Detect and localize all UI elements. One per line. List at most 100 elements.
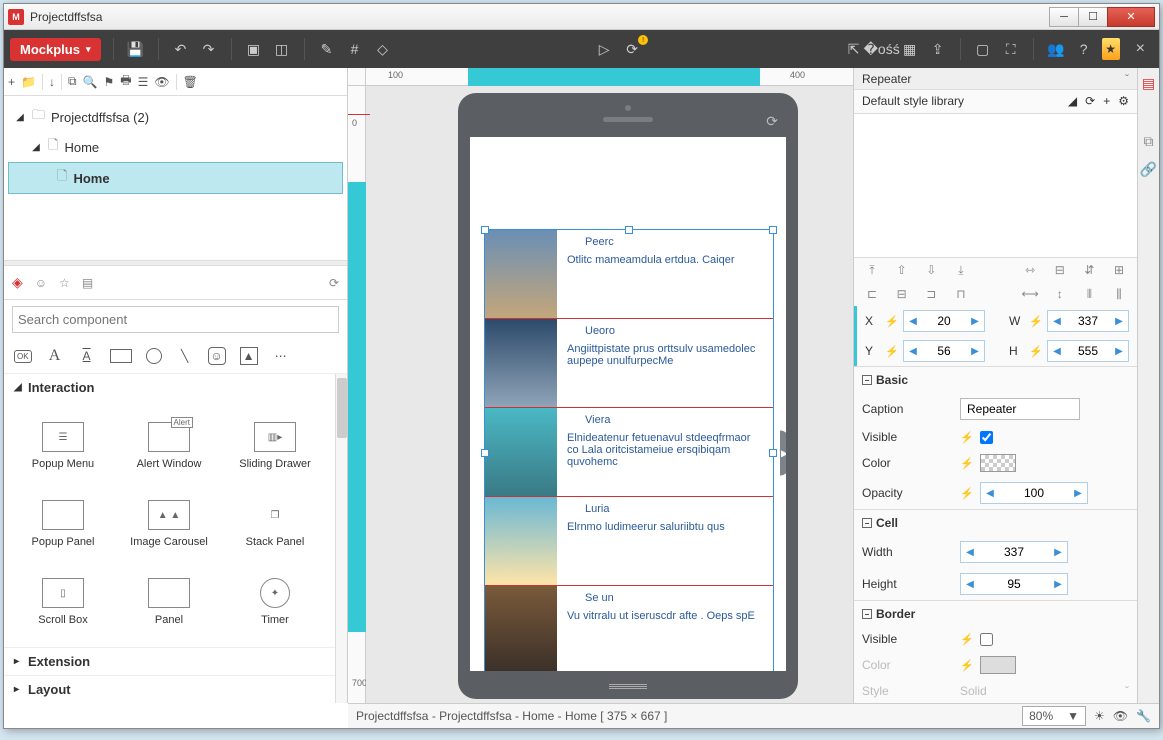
- section-interaction[interactable]: ◢Interaction: [4, 374, 347, 401]
- repeater-cell[interactable]: Se unVu vitrralu ut iseruscdr afte . Oep…: [485, 586, 773, 671]
- h-input[interactable]: ◀▶: [1047, 340, 1129, 362]
- align-vtop-icon[interactable]: ⊓: [951, 286, 971, 302]
- print-icon[interactable]: 🖶: [120, 71, 131, 92]
- share-icon[interactable]: �ośś: [872, 39, 892, 59]
- smiley-icon[interactable]: ☺: [208, 347, 226, 365]
- image-icon[interactable]: ▲: [240, 347, 258, 365]
- distribute-v-icon[interactable]: ⇵: [1079, 262, 1099, 278]
- preview-icon[interactable]: 👁: [1113, 709, 1128, 723]
- align-top-icon[interactable]: ⤒: [862, 262, 882, 278]
- list-icon[interactable]: ☰: [138, 75, 149, 89]
- caption-input[interactable]: [960, 398, 1080, 420]
- align-center-v-icon[interactable]: ⊞: [1109, 262, 1129, 278]
- tab-properties-icon[interactable]: ▤: [1140, 74, 1158, 92]
- comp-stack-panel[interactable]: ❐Stack Panel: [222, 485, 328, 563]
- tree-item-home-selected[interactable]: 🗋 Home: [8, 162, 343, 194]
- align-up-icon[interactable]: ⇧: [892, 262, 912, 278]
- section-layout[interactable]: ▸Layout: [4, 676, 347, 703]
- refresh-comp-icon[interactable]: ⟳: [329, 276, 339, 290]
- repeater-cell[interactable]: UeoroAngiittpistate prus orttsulv usamed…: [485, 319, 773, 408]
- style-settings-icon[interactable]: ⚙: [1118, 94, 1129, 108]
- repeater-cell[interactable]: LuriaElrnmo ludimeerur saluriibtu qus: [485, 497, 773, 586]
- favorites-tab-icon[interactable]: ☆: [59, 276, 70, 290]
- section-cell[interactable]: Cell: [876, 516, 898, 530]
- device-screen[interactable]: PeercOtlitc mameamdula ertdua. Caiqer Ue…: [470, 137, 786, 671]
- border-visible-checkbox[interactable]: [980, 633, 993, 646]
- flag-icon[interactable]: ⚑: [104, 75, 115, 89]
- components-tab-icon[interactable]: ◈: [12, 274, 23, 291]
- same-width-icon[interactable]: ⟷: [1020, 286, 1040, 302]
- line-icon[interactable]: ╲: [176, 347, 194, 365]
- paint-icon[interactable]: ◇: [373, 39, 393, 59]
- maximize-button[interactable]: ☐: [1078, 7, 1108, 27]
- minimize-button[interactable]: ─: [1049, 7, 1079, 27]
- search-page-icon[interactable]: 🔍: [83, 75, 98, 89]
- grid-icon[interactable]: #: [345, 39, 365, 59]
- space-v-icon[interactable]: ⫼: [1109, 286, 1129, 302]
- resize-handle[interactable]: [481, 449, 489, 457]
- distribute-h-icon[interactable]: ⇿: [1020, 262, 1040, 278]
- team-icon[interactable]: 👥: [1046, 39, 1066, 59]
- align-bottom-icon[interactable]: ⤓: [951, 262, 971, 278]
- search-input[interactable]: [12, 306, 339, 333]
- text-icon[interactable]: A: [46, 347, 64, 365]
- save-icon[interactable]: 💾: [126, 39, 146, 59]
- comp-scroll-box[interactable]: ▯Scroll Box: [10, 563, 116, 641]
- tree-item-home[interactable]: ◢ 🗋 Home: [8, 132, 343, 162]
- space-h-icon[interactable]: ⫴: [1079, 286, 1099, 302]
- repeater-component[interactable]: PeercOtlitc mameamdula ertdua. Caiqer Ue…: [484, 229, 774, 671]
- trash-icon[interactable]: 🗑: [183, 75, 198, 89]
- add-column-button[interactable]: ▸: [780, 430, 786, 475]
- y-input[interactable]: ◀▶: [903, 340, 985, 362]
- x-input[interactable]: ◀▶: [903, 310, 985, 332]
- brightness-icon[interactable]: ☀: [1094, 709, 1105, 723]
- help-icon[interactable]: ?: [1074, 39, 1094, 59]
- link-icon[interactable]: ⧉: [68, 74, 77, 89]
- align-hcenter-icon[interactable]: ⊟: [892, 286, 912, 302]
- group-icon[interactable]: ▣: [244, 39, 264, 59]
- section-basic[interactable]: Basic: [876, 373, 908, 387]
- down-icon[interactable]: ↓: [49, 75, 55, 89]
- comp-popup-panel[interactable]: Popup Panel: [10, 485, 116, 563]
- play-icon[interactable]: ▷: [594, 39, 614, 59]
- star-icon[interactable]: ★: [1102, 38, 1120, 60]
- visible-checkbox[interactable]: [980, 431, 993, 444]
- comp-image-carousel[interactable]: ▲ ▲Image Carousel: [116, 485, 222, 563]
- cell-height-input[interactable]: ◀▶: [960, 573, 1068, 595]
- ungroup-icon[interactable]: ◫: [272, 39, 292, 59]
- canvas[interactable]: ⟳ PeercOtlitc mameamdula ertdua. Caiqer …: [366, 86, 853, 703]
- fit-icon[interactable]: ▢: [973, 39, 993, 59]
- same-height-icon[interactable]: ↕: [1050, 286, 1070, 302]
- templates-tab-icon[interactable]: ▤: [82, 276, 93, 290]
- w-input[interactable]: ◀▶: [1047, 310, 1129, 332]
- device-refresh-icon[interactable]: ⟳: [766, 113, 778, 130]
- new-page-icon[interactable]: +: [8, 75, 15, 89]
- redo-icon[interactable]: ↷: [199, 39, 219, 59]
- repeater-cell[interactable]: VieraElnideatenur fetuenavul stdeeqfrmao…: [485, 408, 773, 497]
- zoom-select[interactable]: 80%▼: [1022, 706, 1086, 726]
- comp-alert-window[interactable]: AlertAlert Window: [116, 407, 222, 485]
- style-refresh-icon[interactable]: ⟳: [1085, 94, 1095, 108]
- align-left-icon[interactable]: ⊏: [862, 286, 882, 302]
- brand-menu[interactable]: Mockplus: [10, 38, 101, 61]
- style-dropdown-icon[interactable]: ◢: [1068, 94, 1077, 108]
- undo-icon[interactable]: ↶: [171, 39, 191, 59]
- resize-handle[interactable]: [625, 226, 633, 234]
- rect-icon[interactable]: [110, 349, 132, 363]
- textarea-icon[interactable]: A: [78, 347, 96, 365]
- circle-icon[interactable]: [146, 348, 162, 364]
- section-extension[interactable]: ▸Extension: [4, 648, 347, 675]
- sync-icon[interactable]: ⟳!: [622, 39, 642, 59]
- color-swatch[interactable]: [980, 454, 1016, 472]
- comp-sliding-drawer[interactable]: ▥▸Sliding Drawer: [222, 407, 328, 485]
- resize-handle[interactable]: [769, 449, 777, 457]
- fullscreen-icon[interactable]: ⛶: [1001, 39, 1021, 59]
- tree-root[interactable]: ◢ 🗀 Projectdffsfsa (2): [8, 102, 343, 132]
- comp-popup-menu[interactable]: ☰Popup Menu: [10, 407, 116, 485]
- export-icon[interactable]: ⇱: [844, 39, 864, 59]
- collapse-icon[interactable]: ˇ: [1125, 72, 1129, 86]
- close-button[interactable]: ✕: [1107, 7, 1155, 27]
- cell-width-input[interactable]: ◀▶: [960, 541, 1068, 563]
- emoji-tab-icon[interactable]: ☺: [35, 276, 47, 290]
- more-shape-icon[interactable]: ⋯: [272, 347, 290, 365]
